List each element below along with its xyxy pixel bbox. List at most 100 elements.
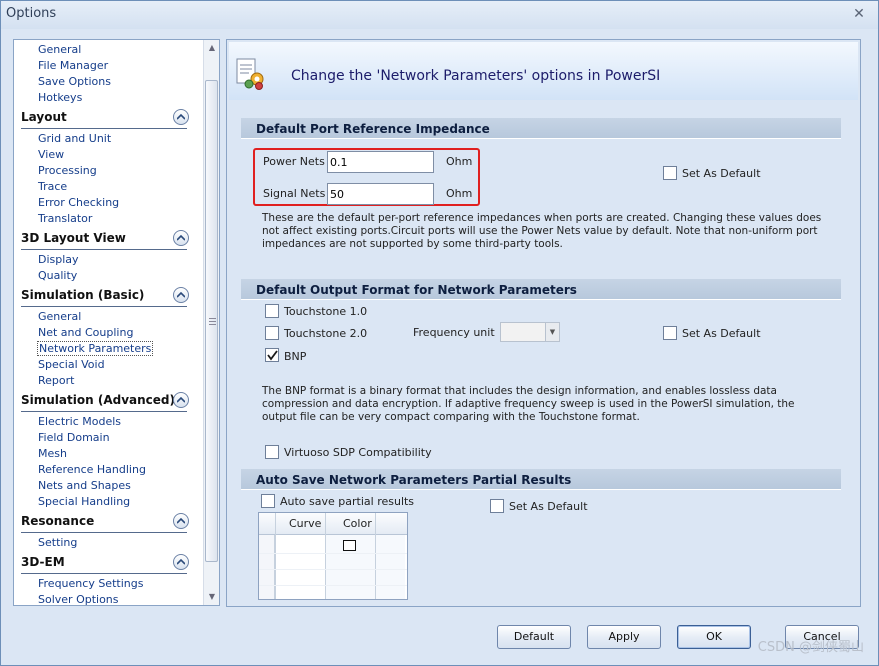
virtuoso-checkbox[interactable]: [265, 445, 279, 459]
nav-item-network-parameters[interactable]: Network Parameters: [37, 341, 154, 356]
nav-group-title: Resonance: [21, 514, 95, 528]
nav-item-translator[interactable]: Translator: [38, 212, 92, 226]
nav-group-title: Simulation (Basic): [21, 288, 145, 302]
signal-nets-label: Signal Nets: [263, 187, 326, 200]
nav-group-simulation-basic[interactable]: Simulation (Basic): [21, 287, 189, 307]
watermark: CSDN @剑侠蜀山: [757, 640, 864, 655]
bnp-description: The BNP format is a binary format that i…: [262, 385, 795, 423]
window-title: Options: [6, 6, 57, 21]
signal-nets-input[interactable]: [327, 183, 434, 205]
nav-item-reference-handling[interactable]: Reference Handling: [38, 463, 146, 477]
ok-button[interactable]: OK: [677, 625, 751, 649]
nav-item-grid-and-unit[interactable]: Grid and Unit: [38, 132, 111, 146]
section-title: Auto Save Network Parameters Partial Res…: [256, 473, 572, 487]
nav-item-processing[interactable]: Processing: [38, 164, 97, 178]
nav-item-view[interactable]: View: [38, 148, 64, 162]
nav-item-setting[interactable]: Setting: [38, 536, 77, 550]
nav-scrollbar[interactable]: ▲ ▼: [203, 40, 219, 605]
color-column-bg: [325, 535, 405, 599]
column-header-color[interactable]: Color: [343, 517, 372, 530]
color-swatch[interactable]: [343, 540, 356, 551]
nav-item-display[interactable]: Display: [38, 253, 79, 267]
nav-item-frequency-settings[interactable]: Frequency Settings: [38, 577, 143, 591]
section-title: Default Output Format for Network Parame…: [256, 283, 577, 297]
checkmark-icon: [267, 350, 278, 361]
nav-item-hotkeys[interactable]: Hotkeys: [38, 91, 82, 105]
power-nets-input[interactable]: [327, 151, 434, 173]
set-default-impedance-checkbox[interactable]: [663, 166, 677, 180]
nav-item-sim-general[interactable]: General: [38, 310, 81, 324]
bnp-label: BNP: [284, 350, 307, 363]
nav-group-layout[interactable]: Layout: [21, 109, 189, 129]
nav-item-field-domain[interactable]: Field Domain: [38, 431, 110, 445]
options-content-panel: Change the 'Network Parameters' options …: [226, 39, 861, 607]
nav-item-report[interactable]: Report: [38, 374, 74, 388]
collapse-icon[interactable]: [173, 109, 189, 125]
impedance-description: These are the default per-port reference…: [262, 212, 822, 250]
banner-title: Change the 'Network Parameters' options …: [291, 68, 661, 84]
auto-save-label: Auto save partial results: [280, 495, 415, 508]
virtuoso-label: Virtuoso SDP Compatibility: [284, 446, 432, 459]
column-divider: [375, 513, 376, 599]
nav-item-mesh[interactable]: Mesh: [38, 447, 67, 461]
nav-group-title: 3D-EM: [21, 555, 65, 569]
nav-item-save-options[interactable]: Save Options: [38, 75, 111, 89]
power-nets-unit: Ohm: [446, 155, 473, 168]
row-divider: [259, 569, 407, 570]
nav-group-resonance[interactable]: Resonance: [21, 513, 189, 533]
settings-list-icon: [235, 57, 265, 91]
bnp-checkbox[interactable]: [265, 348, 279, 362]
collapse-icon[interactable]: [173, 392, 189, 408]
power-nets-label: Power Nets: [263, 155, 325, 168]
chevron-down-icon[interactable]: ▼: [545, 323, 559, 341]
row-divider: [259, 585, 407, 586]
scroll-down-icon[interactable]: ▼: [204, 589, 219, 605]
set-default-format-label: Set As Default: [682, 327, 761, 340]
auto-save-checkbox[interactable]: [261, 494, 275, 508]
nav-group-simulation-advanced[interactable]: Simulation (Advanced): [21, 392, 189, 412]
default-button[interactable]: Default: [497, 625, 571, 649]
collapse-icon[interactable]: [173, 230, 189, 246]
nav-item-trace[interactable]: Trace: [38, 180, 67, 194]
nav-item-file-manager[interactable]: File Manager: [38, 59, 108, 73]
title-bar: Options ✕: [1, 1, 878, 29]
touchstone1-checkbox[interactable]: [265, 304, 279, 318]
nav-item-general[interactable]: General: [38, 43, 81, 57]
apply-button[interactable]: Apply: [587, 625, 661, 649]
curve-color-table[interactable]: Curve Color: [258, 512, 408, 600]
scroll-up-icon[interactable]: ▲: [204, 40, 219, 56]
set-default-impedance-label: Set As Default: [682, 167, 761, 180]
nav-group-3d-em[interactable]: 3D-EM: [21, 554, 189, 574]
close-icon[interactable]: ✕: [852, 7, 866, 21]
signal-nets-unit: Ohm: [446, 187, 473, 200]
nav-item-net-and-coupling[interactable]: Net and Coupling: [38, 326, 133, 340]
collapse-icon[interactable]: [173, 554, 189, 570]
nav-item-electric-models[interactable]: Electric Models: [38, 415, 121, 429]
section-header-port-impedance: Default Port Reference Impedance: [241, 118, 841, 139]
nav-item-quality[interactable]: Quality: [38, 269, 77, 283]
grip-icon: [209, 318, 216, 325]
banner: Change the 'Network Parameters' options …: [229, 42, 858, 100]
touchstone2-label: Touchstone 2.0: [284, 327, 368, 340]
nav-item-nets-and-shapes[interactable]: Nets and Shapes: [38, 479, 131, 493]
options-dialog: Options ✕ General File Manager Save Opti…: [0, 0, 879, 666]
scroll-thumb[interactable]: [205, 80, 218, 562]
section-header-auto-save: Auto Save Network Parameters Partial Res…: [241, 469, 841, 490]
nav-group-title: 3D Layout View: [21, 231, 126, 245]
column-divider: [325, 513, 326, 599]
set-default-format-checkbox[interactable]: [663, 326, 677, 340]
nav-group-title: Simulation (Advanced): [21, 393, 175, 407]
set-default-autosave-checkbox[interactable]: [490, 499, 504, 513]
collapse-icon[interactable]: [173, 287, 189, 303]
nav-item-special-void[interactable]: Special Void: [38, 358, 105, 372]
section-title: Default Port Reference Impedance: [256, 122, 490, 136]
frequency-unit-select[interactable]: ▼: [500, 322, 560, 342]
touchstone2-checkbox[interactable]: [265, 326, 279, 340]
column-header-curve[interactable]: Curve: [289, 517, 321, 530]
nav-item-special-handling[interactable]: Special Handling: [38, 495, 130, 509]
options-nav-tree: General File Manager Save Options Hotkey…: [13, 39, 220, 606]
nav-item-solver-options[interactable]: Solver Options: [38, 593, 119, 605]
collapse-icon[interactable]: [173, 513, 189, 529]
nav-item-error-checking[interactable]: Error Checking: [38, 196, 119, 210]
nav-group-3d-layout-view[interactable]: 3D Layout View: [21, 230, 189, 250]
